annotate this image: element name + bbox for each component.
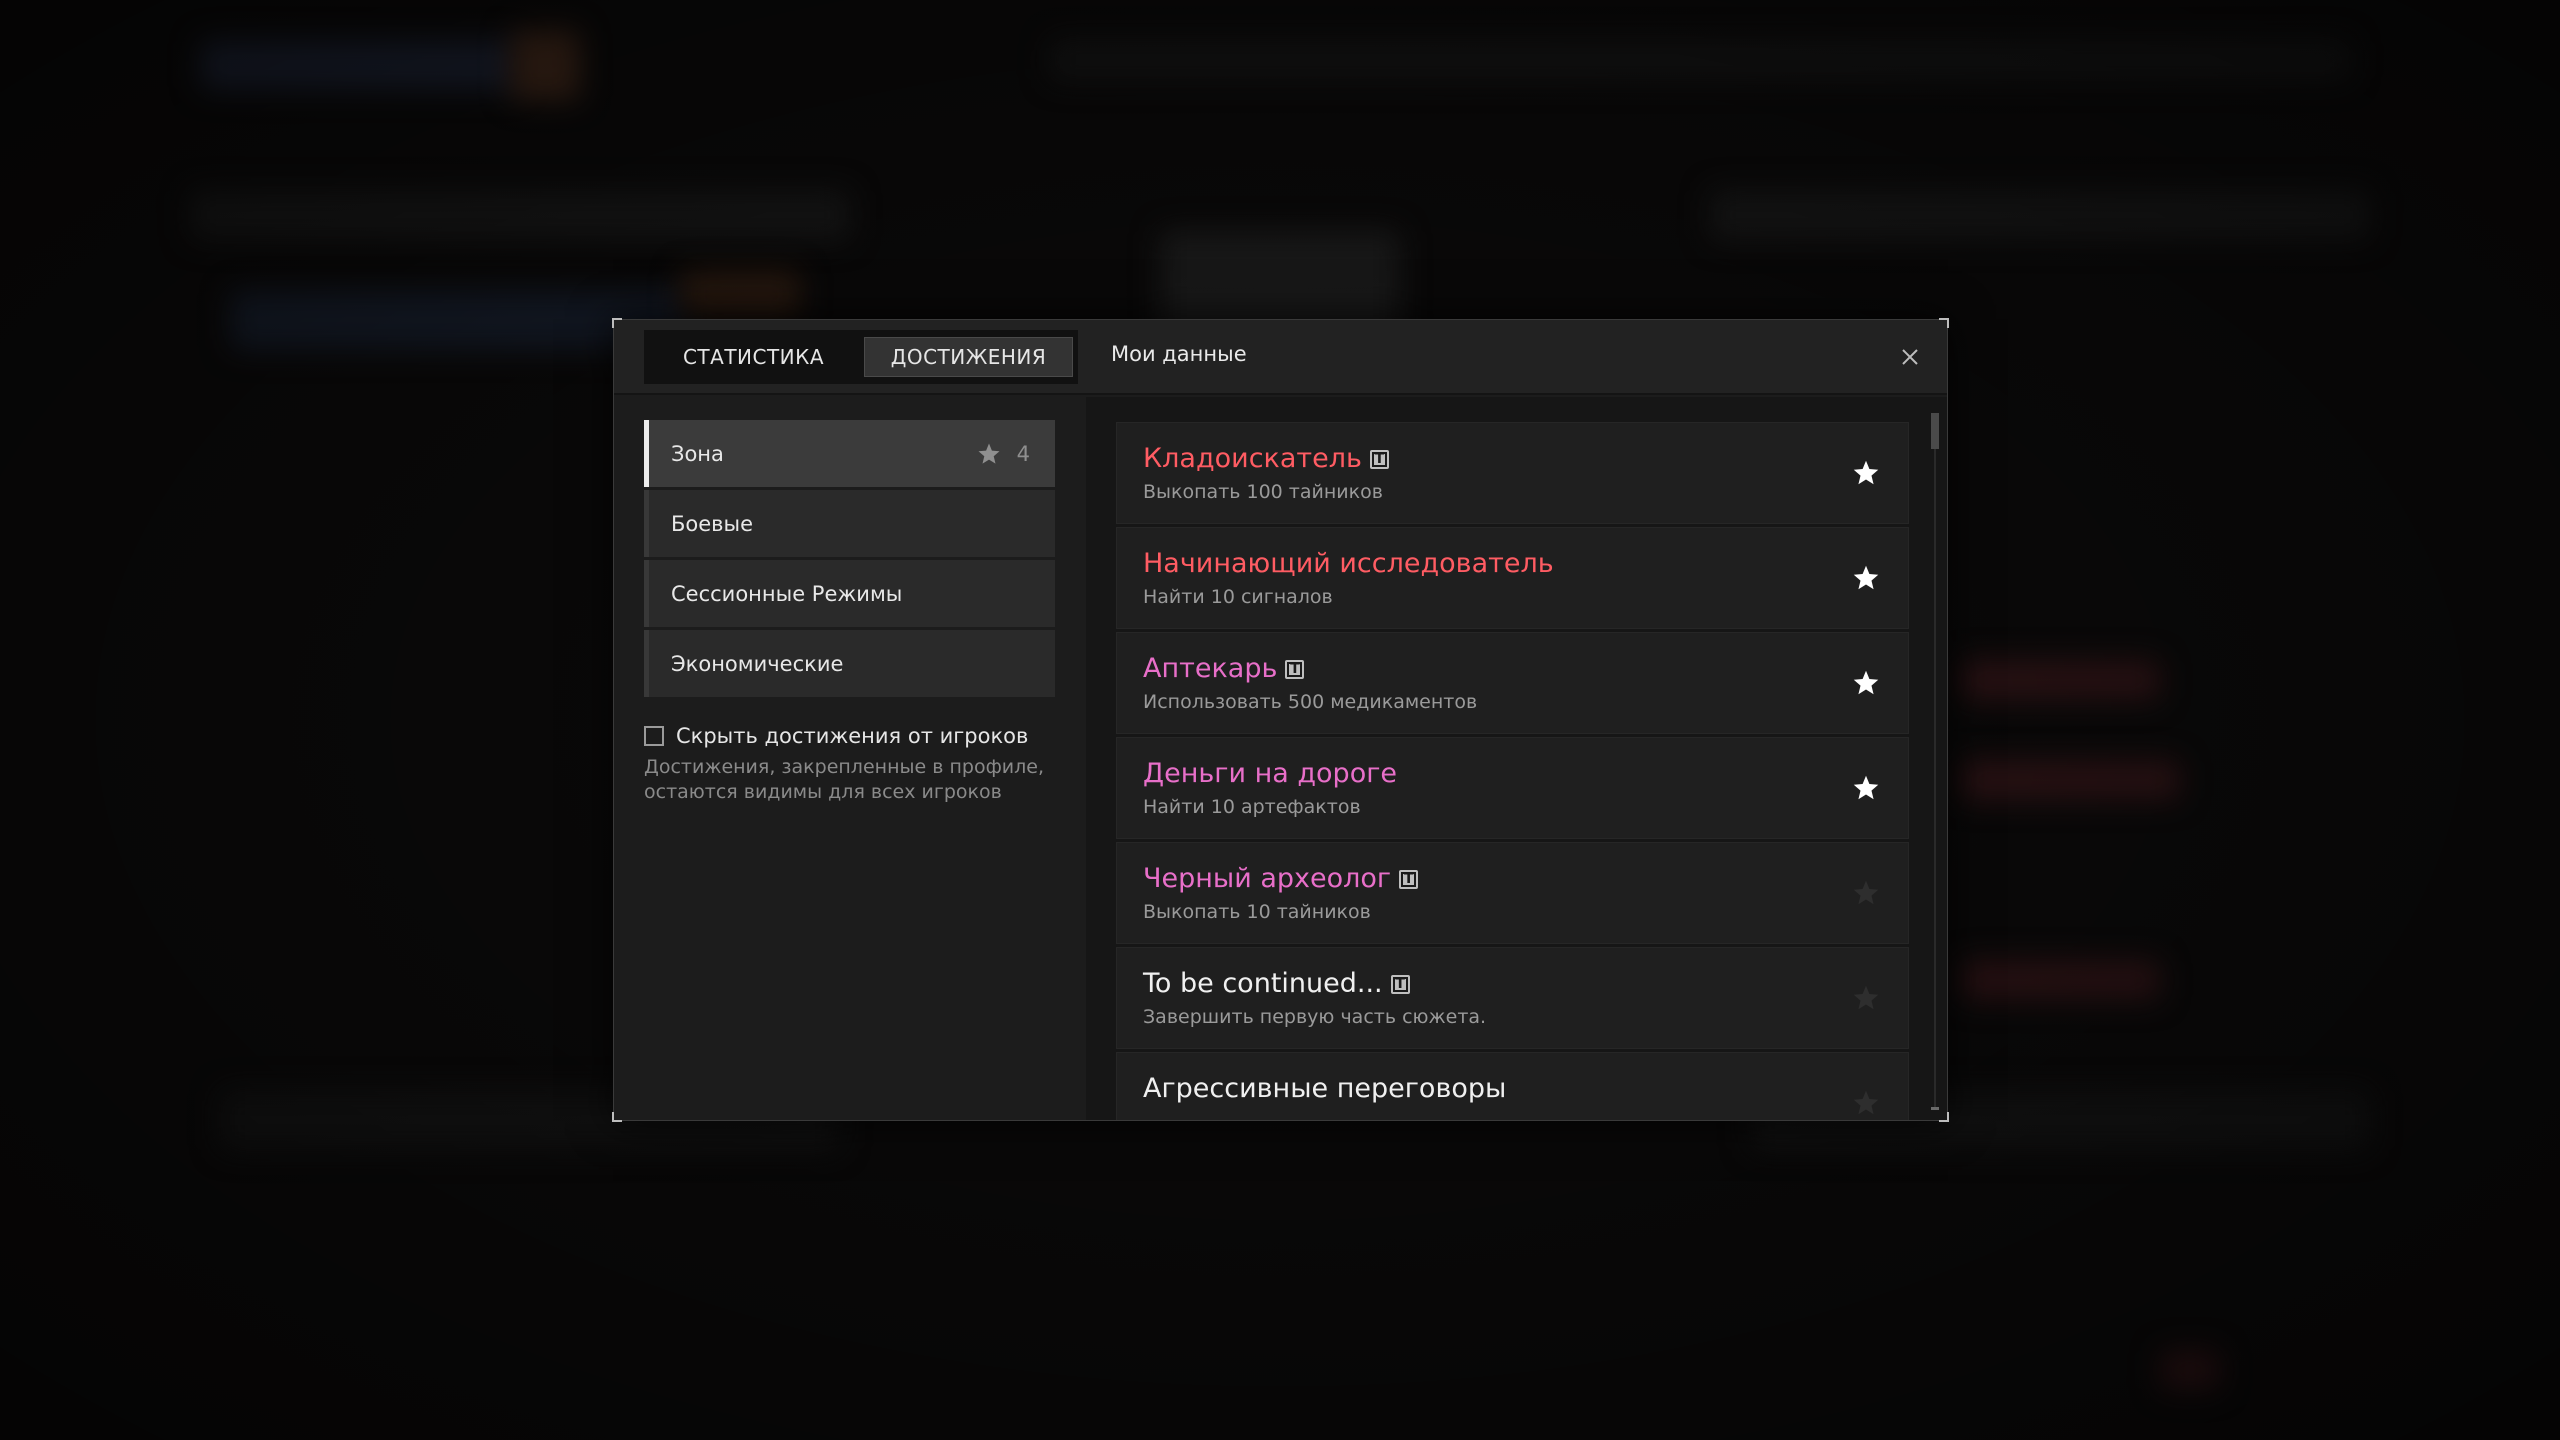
- achievement-list: Кладоискатель T Выкопать 100 тайников Начин…: [1116, 422, 1909, 1120]
- achievement-title-row: Начинающий исследователь: [1143, 548, 1554, 580]
- pin-star-icon[interactable]: [1852, 984, 1880, 1012]
- achievement-item[interactable]: To be continued... T Завершить первую част…: [1116, 947, 1909, 1049]
- achievement-title: Аптекарь: [1143, 653, 1278, 684]
- achievement-title-row: To be continued... T: [1143, 968, 1410, 1000]
- category-item-combat[interactable]: Боевые: [644, 490, 1055, 557]
- achievement-item[interactable]: Начинающий исследователь Найти 10 сигнало…: [1116, 527, 1909, 629]
- close-icon: [1902, 349, 1918, 365]
- star-icon: [978, 443, 1000, 464]
- pin-star-icon[interactable]: [1852, 669, 1880, 697]
- hide-achievements-checkbox[interactable]: [644, 726, 664, 746]
- achievement-title-row: Агрессивные переговоры: [1143, 1073, 1506, 1105]
- achievement-scrollbar[interactable]: [1931, 413, 1939, 1110]
- achievement-description: Выкопать 100 тайников: [1143, 481, 1383, 503]
- achievement-description: Выкопать 10 тайников: [1143, 901, 1371, 923]
- achievement-description: Использовать 500 медикаментов: [1143, 691, 1478, 713]
- achievement-title: Агрессивные переговоры: [1143, 1073, 1507, 1104]
- tracked-badge-icon: T: [1399, 869, 1419, 889]
- achievement-title: Черный археолог: [1143, 863, 1392, 894]
- achievement-title-row: Аптекарь T: [1143, 653, 1305, 685]
- dialog-title: Мои данные: [1111, 342, 1247, 366]
- category-item-zone[interactable]: Зона 4: [644, 420, 1055, 487]
- pin-star-icon[interactable]: [1852, 459, 1880, 487]
- achievement-title: Начинающий исследователь: [1143, 548, 1554, 579]
- category-list: Зона 4 Боевые Сессионные Режимы Экономич…: [644, 420, 1055, 700]
- tracked-badge-icon: T: [1390, 974, 1410, 994]
- category-label: Зона: [671, 441, 724, 466]
- achievement-item[interactable]: Деньги на дороге Найти 10 артефактов: [1116, 737, 1909, 839]
- achievement-title-row: Деньги на дороге: [1143, 758, 1397, 790]
- tab-statistics[interactable]: СТАТИСТИКА: [649, 337, 858, 377]
- pin-star-icon[interactable]: [1852, 879, 1880, 907]
- category-label: Экономические: [671, 651, 844, 676]
- achievement-description: Завершить первую часть сюжета.: [1143, 1006, 1487, 1028]
- category-panel: Зона 4 Боевые Сессионные Режимы Экономич…: [614, 397, 1084, 1120]
- achievement-item[interactable]: Агрессивные переговоры: [1116, 1052, 1909, 1120]
- achievement-panel: Кладоискатель T Выкопать 100 тайников Начин…: [1086, 397, 1947, 1120]
- pin-star-icon[interactable]: [1852, 564, 1880, 592]
- dialog-header: СТАТИСТИКА ДОСТИЖЕНИЯ Мои данные: [614, 320, 1947, 395]
- achievement-title: Кладоискатель: [1143, 443, 1362, 474]
- tracked-badge-icon: T: [1285, 659, 1305, 679]
- hide-achievements-option[interactable]: Скрыть достижения от игроков: [644, 724, 1028, 748]
- tab-achievements[interactable]: ДОСТИЖЕНИЯ: [864, 337, 1073, 377]
- tracked-badge-icon: T: [1369, 449, 1389, 469]
- category-count: 4: [977, 442, 1030, 466]
- category-item-economic[interactable]: Экономические: [644, 630, 1055, 697]
- achievement-item[interactable]: Аптекарь T Использовать 500 медикаментов: [1116, 632, 1909, 734]
- hide-achievements-label: Скрыть достижения от игроков: [676, 724, 1029, 748]
- achievements-dialog: СТАТИСТИКА ДОСТИЖЕНИЯ Мои данные Зона 4: [612, 318, 1949, 1122]
- category-count-value: 4: [1016, 441, 1030, 466]
- achievement-title-row: Кладоискатель T: [1143, 443, 1389, 475]
- scroll-end: [1931, 1107, 1939, 1110]
- pin-star-icon[interactable]: [1852, 774, 1880, 802]
- scroll-track: [1934, 413, 1936, 1110]
- achievement-description: Найти 10 сигналов: [1143, 586, 1333, 608]
- achievement-title-row: Черный археолог T: [1143, 863, 1419, 895]
- achievement-item[interactable]: Кладоискатель T Выкопать 100 тайников: [1116, 422, 1909, 524]
- category-item-session-modes[interactable]: Сессионные Режимы: [644, 560, 1055, 627]
- scroll-thumb[interactable]: [1931, 413, 1939, 449]
- pin-star-icon[interactable]: [1852, 1089, 1880, 1117]
- category-label: Сессионные Режимы: [671, 581, 903, 606]
- achievement-title: To be continued...: [1143, 968, 1383, 999]
- hide-achievements-note: Достижения, закрепленные в профиле, оста…: [644, 756, 1045, 803]
- category-label: Боевые: [671, 511, 754, 536]
- tab-bar: СТАТИСТИКА ДОСТИЖЕНИЯ: [644, 330, 1078, 384]
- close-button[interactable]: [1895, 342, 1925, 372]
- achievement-item[interactable]: Черный археолог T Выкопать 10 тайников: [1116, 842, 1909, 944]
- achievement-description: Найти 10 артефактов: [1143, 796, 1361, 818]
- achievement-title: Деньги на дороге: [1143, 758, 1398, 789]
